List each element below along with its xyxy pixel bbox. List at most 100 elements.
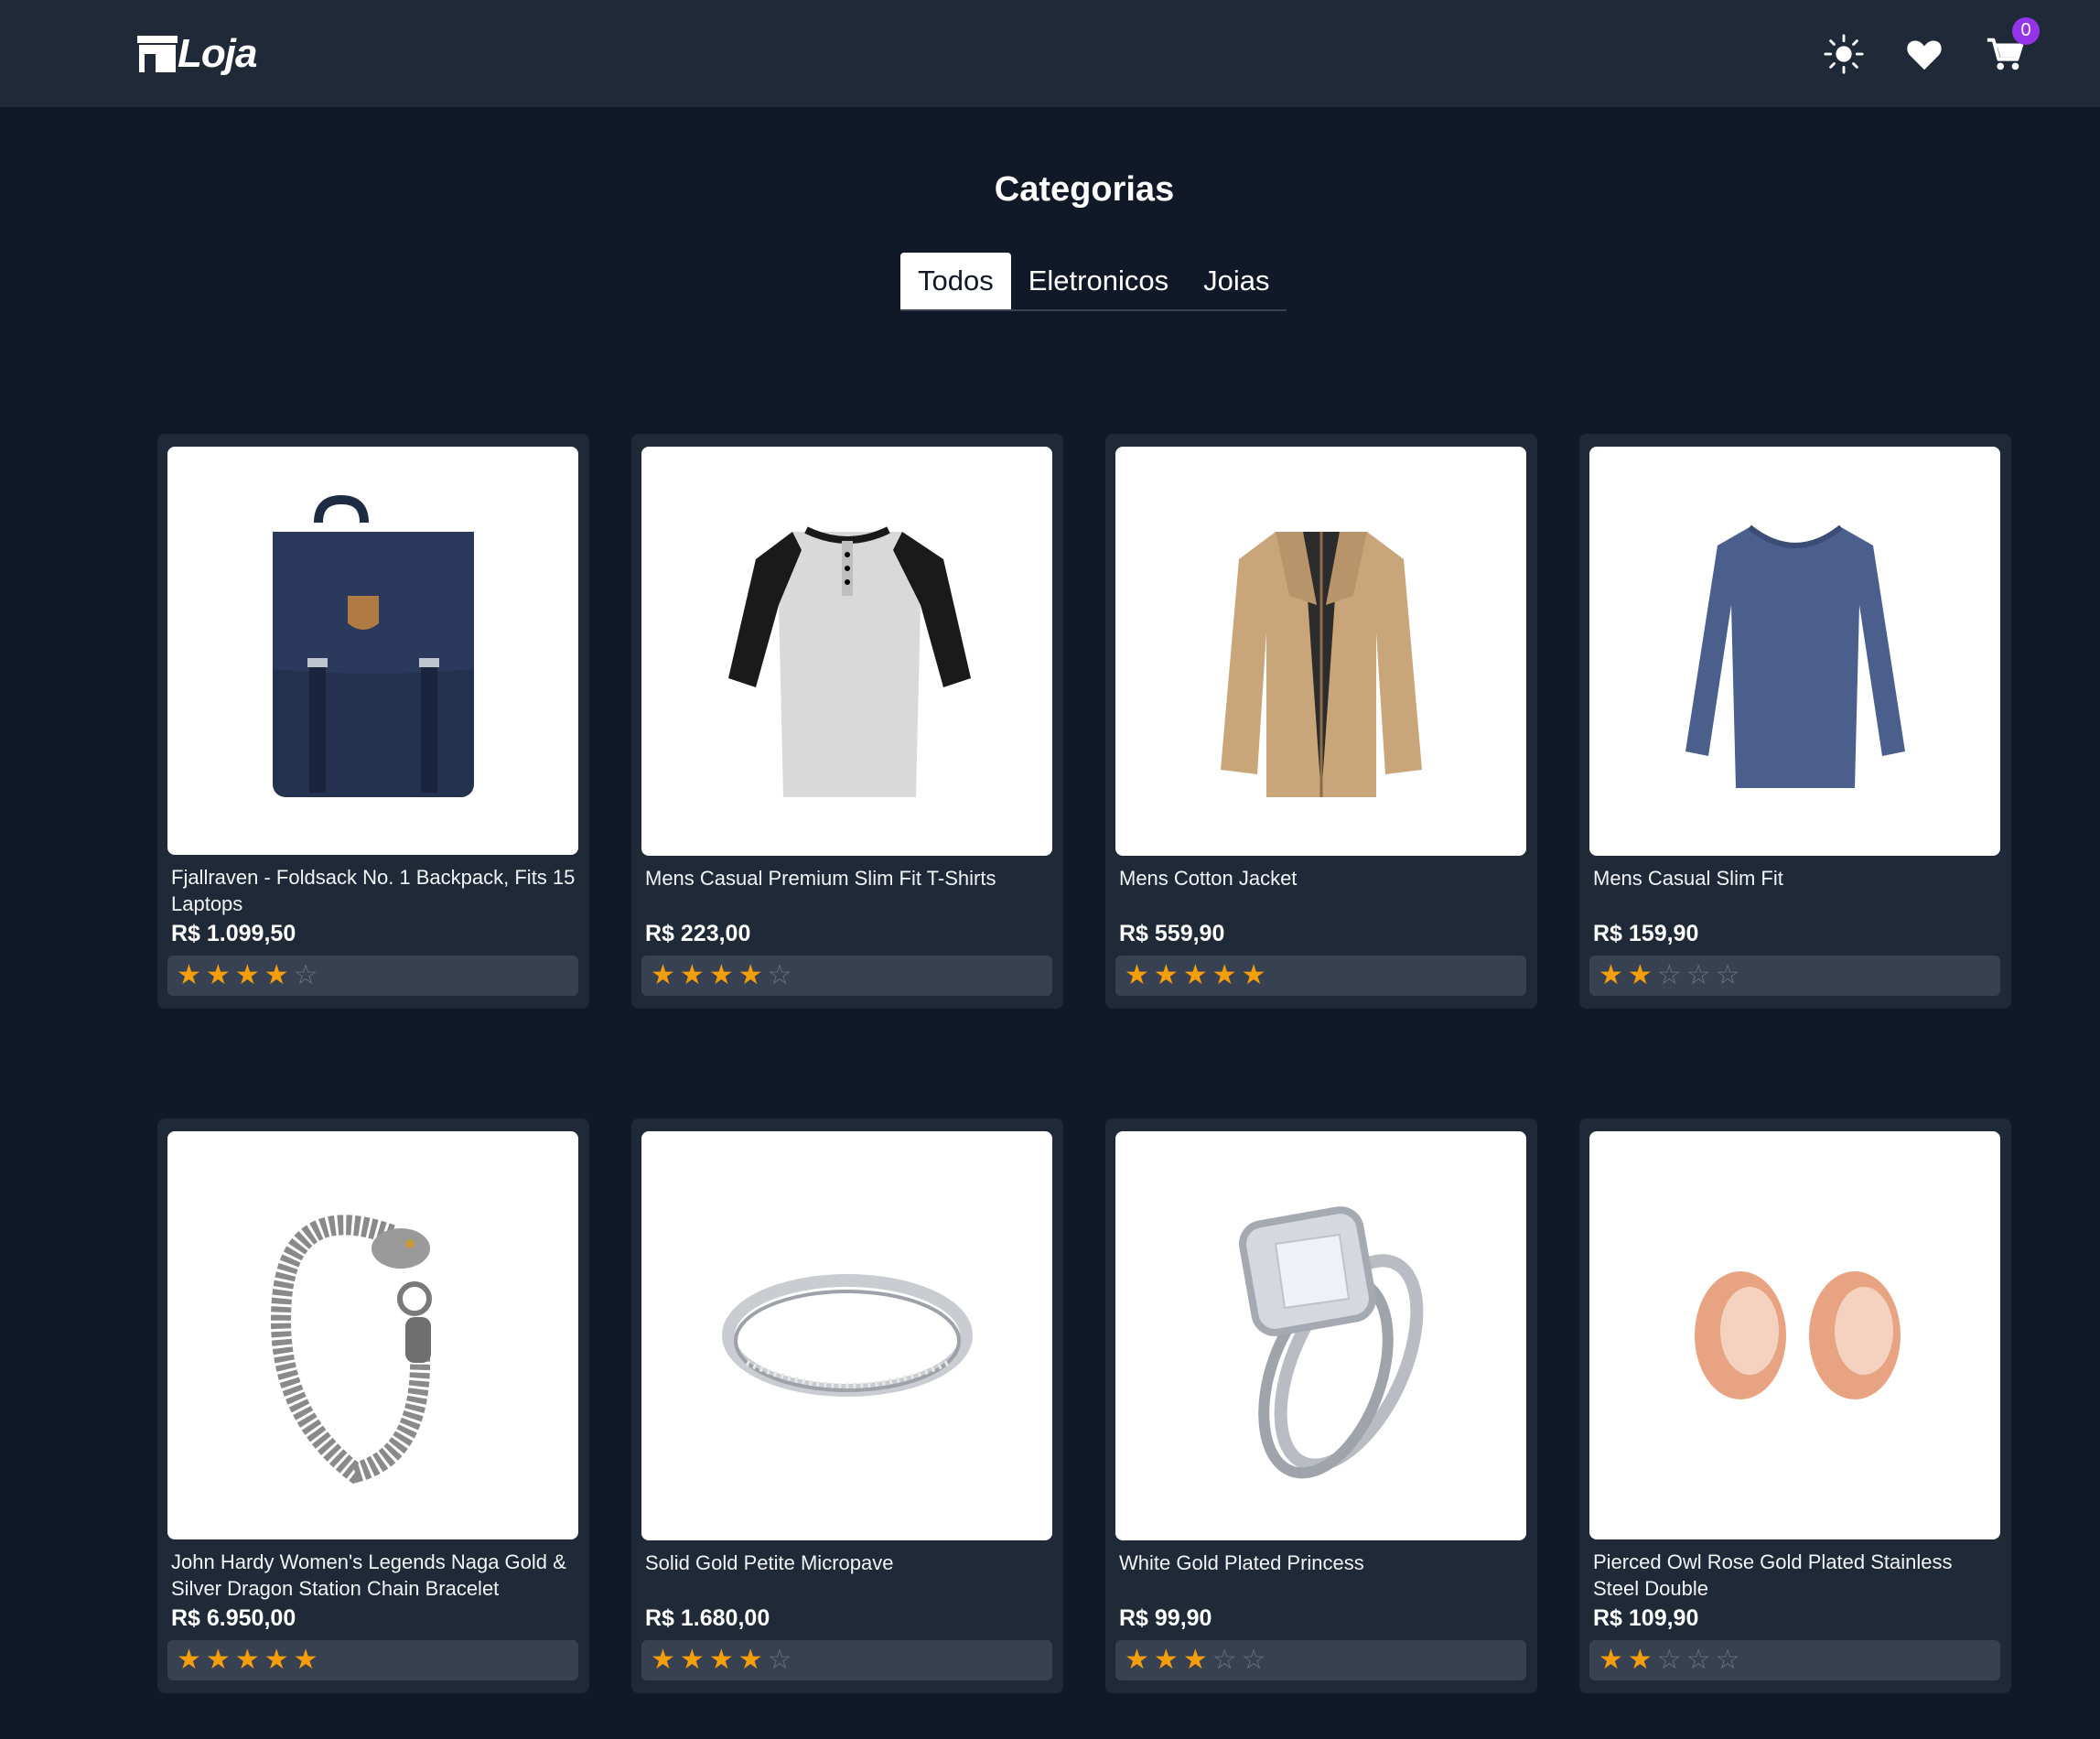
star-filled-icon: ★ (1627, 1645, 1653, 1676)
star-empty-icon: ☆ (1656, 1645, 1682, 1676)
product-image[interactable] (167, 1131, 578, 1540)
star-filled-icon: ★ (293, 1645, 318, 1676)
star-filled-icon: ★ (177, 960, 201, 991)
product-rating: ★ ★ ★ ★ ☆ (641, 1640, 1052, 1680)
product-image[interactable] (1589, 447, 2000, 856)
star-empty-icon: ☆ (767, 1645, 792, 1676)
product-image[interactable] (1115, 447, 1526, 856)
star-empty-icon: ☆ (1715, 1645, 1740, 1676)
category-tabs: Todos Eletronicos Joias (900, 253, 1287, 311)
product-rating: ★ ★ ★ ★ ★ (167, 1640, 578, 1680)
product-card[interactable]: White Gold Plated Princess R$ 99,90 ★ ★ ★ ☆… (1105, 1118, 1537, 1693)
product-price: R$ 1.680,00 (645, 1604, 770, 1631)
product-card[interactable]: Solid Gold Petite Micropave R$ 1.680,00 … (631, 1118, 1063, 1693)
star-filled-icon: ★ (1153, 1645, 1179, 1676)
star-filled-icon: ★ (1182, 1645, 1208, 1676)
product-card[interactable]: Pierced Owl Rose Gold Plated Stainless S… (1579, 1118, 2011, 1693)
product-card[interactable]: Mens Casual Premium Slim Fit T-Shirts R$… (631, 434, 1063, 1009)
star-filled-icon: ★ (264, 960, 289, 991)
star-filled-icon: ★ (234, 960, 260, 991)
product-image[interactable] (641, 1131, 1052, 1540)
product-rating: ★ ★ ★ ★ ★ (1115, 956, 1526, 996)
categories-title: Categorias (994, 170, 1175, 209)
cart-count-badge: 0 (2012, 16, 2040, 45)
product-name: Mens Cotton Jacket (1119, 866, 1298, 890)
theme-toggle-button[interactable] (1822, 32, 1866, 76)
product-rating: ★ ★ ★ ☆ ☆ (1115, 1640, 1526, 1680)
star-filled-icon: ★ (651, 960, 675, 991)
star-filled-icon: ★ (234, 1645, 260, 1676)
store-icon (137, 35, 178, 72)
star-empty-icon: ☆ (1685, 1645, 1711, 1676)
star-filled-icon: ★ (738, 1645, 763, 1676)
tab-todos[interactable]: Todos (900, 253, 1011, 309)
star-filled-icon: ★ (205, 1645, 231, 1676)
product-name: John Hardy Women's Legends Naga Gold & S… (171, 1550, 566, 1601)
ear-plugs-image (1694, 1271, 1901, 1400)
star-filled-icon: ★ (708, 1645, 734, 1676)
product-price: R$ 109,90 (1593, 1604, 1699, 1631)
heart-icon (1907, 39, 1942, 70)
product-card[interactable]: Fjallraven - Foldsack No. 1 Backpack, Fi… (157, 434, 589, 1009)
star-filled-icon: ★ (264, 1645, 289, 1676)
star-filled-icon: ★ (738, 960, 763, 991)
star-filled-icon: ★ (1599, 960, 1623, 991)
star-empty-icon: ☆ (1212, 1645, 1237, 1676)
product-rating: ★ ★ ☆ ☆ ☆ (1589, 1640, 2000, 1680)
product-image[interactable] (1115, 1131, 1526, 1540)
star-filled-icon: ★ (1125, 960, 1149, 991)
star-filled-icon: ★ (1153, 960, 1179, 991)
star-empty-icon: ☆ (1656, 960, 1682, 991)
product-name: Fjallraven - Foldsack No. 1 Backpack, Fi… (171, 866, 576, 916)
tab-eletronicos[interactable]: Eletronicos (1011, 253, 1186, 309)
star-empty-icon: ☆ (767, 960, 792, 991)
star-filled-icon: ★ (1627, 960, 1653, 991)
logo-text: Loja (178, 30, 257, 76)
header-actions: 0 (1822, 16, 2040, 76)
star-filled-icon: ★ (1212, 960, 1237, 991)
star-filled-icon: ★ (1599, 1645, 1623, 1676)
sun-icon (1824, 33, 1864, 74)
product-name: Mens Casual Slim Fit (1593, 866, 1783, 890)
product-image[interactable] (641, 447, 1052, 856)
star-empty-icon: ☆ (293, 960, 318, 991)
star-filled-icon: ★ (1125, 1645, 1149, 1676)
logo[interactable]: Loja (135, 30, 257, 77)
product-price: R$ 159,90 (1593, 920, 1699, 946)
star-empty-icon: ☆ (1715, 960, 1740, 991)
product-image[interactable] (1589, 1131, 2000, 1540)
product-card[interactable]: John Hardy Women's Legends Naga Gold & S… (157, 1118, 589, 1693)
tab-joias[interactable]: Joias (1186, 253, 1287, 309)
product-card[interactable]: Mens Casual Slim Fit R$ 159,90 ★ ★ ☆ ☆ ☆ (1579, 434, 2011, 1009)
product-image[interactable] (167, 447, 578, 856)
product-name: Solid Gold Petite Micropave (645, 1550, 894, 1574)
product-card[interactable]: Mens Cotton Jacket R$ 559,90 ★ ★ ★ ★ ★ (1105, 434, 1537, 1009)
favorites-button[interactable] (1902, 32, 1946, 76)
bracelet-image (270, 1215, 432, 1485)
star-empty-icon: ☆ (1685, 960, 1711, 991)
star-filled-icon: ★ (1241, 960, 1266, 991)
cart-button[interactable]: 0 (1983, 16, 2040, 76)
ring-image (721, 1274, 973, 1398)
product-name: Mens Casual Premium Slim Fit T-Shirts (645, 866, 996, 890)
top-header: Loja 0 (0, 0, 2100, 107)
star-filled-icon: ★ (177, 1645, 201, 1676)
product-name: White Gold Plated Princess (1119, 1550, 1364, 1574)
product-price: R$ 6.950,00 (171, 1604, 296, 1631)
product-grid: Fjallraven - Foldsack No. 1 Backpack, Fi… (157, 434, 2011, 1693)
long-sleeve-shirt-image (1685, 524, 1905, 789)
star-filled-icon: ★ (651, 1645, 675, 1676)
star-filled-icon: ★ (205, 960, 231, 991)
backpack-image (272, 495, 474, 798)
star-filled-icon: ★ (708, 960, 734, 991)
star-empty-icon: ☆ (1241, 1645, 1266, 1676)
product-price: R$ 559,90 (1119, 920, 1225, 946)
product-rating: ★ ★ ☆ ☆ ☆ (1589, 956, 2000, 996)
star-filled-icon: ★ (1182, 960, 1208, 991)
product-price: R$ 99,90 (1119, 1604, 1212, 1631)
product-name: Pierced Owl Rose Gold Plated Stainless S… (1593, 1550, 1953, 1601)
product-rating: ★ ★ ★ ★ ☆ (641, 956, 1052, 996)
star-filled-icon: ★ (679, 1645, 705, 1676)
product-price: R$ 223,00 (645, 920, 751, 946)
product-price: R$ 1.099,50 (171, 920, 296, 946)
